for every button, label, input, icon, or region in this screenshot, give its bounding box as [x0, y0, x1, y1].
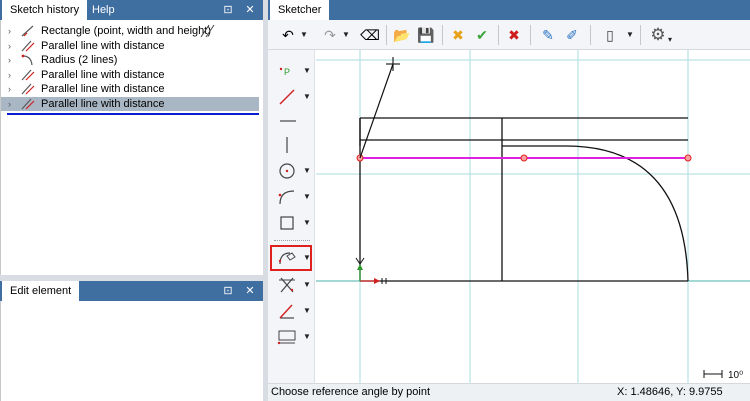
edit-element-body [0, 301, 263, 401]
selection-underline [7, 113, 259, 115]
list-item[interactable]: › Radius (2 lines) [1, 53, 259, 67]
sketch-history-list: › Rectangle (point, width and height) › … [0, 20, 263, 275]
radius-icon [21, 54, 33, 66]
chevron-right-icon[interactable]: › [8, 24, 16, 38]
circle-tool-icon[interactable] [272, 160, 302, 182]
tool-separator [274, 240, 310, 241]
accept-icon[interactable]: ✔ [472, 25, 492, 45]
parallel-line-icon [21, 83, 35, 95]
list-item[interactable]: › Rectangle (point, width and height) [1, 24, 259, 38]
chevron-right-icon[interactable]: › [8, 97, 16, 111]
chevron-down-icon[interactable]: ▼ [302, 300, 312, 322]
chevron-down-icon[interactable]: ▼ [342, 25, 350, 45]
chevron-right-icon[interactable]: › [8, 82, 16, 96]
parallel-line-icon [21, 69, 35, 81]
dimension-tool-icon[interactable] [272, 326, 302, 348]
list-item[interactable]: › Parallel line with distance [1, 39, 259, 53]
chevron-down-icon[interactable]: ▼ [302, 247, 312, 269]
save-icon[interactable]: 💾 [416, 25, 436, 45]
parallel-line-icon [21, 40, 35, 52]
cursor-coordinates: X: 1.48646, Y: 9.9755 [617, 386, 723, 398]
toolbar-separator [640, 25, 641, 45]
rectangle-tool-icon[interactable] [272, 212, 302, 234]
list-item[interactable]: › Parallel line with distance [1, 82, 259, 96]
tab-help[interactable]: Help [84, 0, 123, 20]
scale-label: 10⁰ [728, 370, 743, 381]
list-item[interactable]: › Parallel line with distance [1, 68, 259, 82]
pin-icon[interactable]: ⊡ [220, 2, 236, 18]
sketcher-toolbar: ↶ ▼ ↷ ▼ ⌫ 📂 💾 ✖ ✔ ✖ ✎ ✐ ▯ ▼ ⚙ ▾ [268, 20, 750, 50]
list-item-selected[interactable]: › Parallel line with distance [1, 97, 259, 111]
sketch-canvas[interactable]: 10⁰ [316, 50, 750, 383]
undo-icon[interactable]: ↶ [278, 25, 298, 45]
list-item-label: Parallel line with distance [41, 40, 165, 52]
close-icon[interactable]: ✕ [242, 2, 258, 18]
fillet-tool-icon[interactable] [272, 247, 302, 269]
chevron-down-icon[interactable]: ▼ [302, 326, 312, 348]
chevron-down-icon[interactable]: ▼ [302, 160, 312, 182]
eraser-icon[interactable]: ✎ [538, 25, 558, 45]
pin-icon[interactable]: ⊡ [220, 283, 236, 299]
status-message: Choose reference angle by point [271, 386, 430, 398]
list-item-label: Parallel line with distance [41, 98, 165, 110]
line-endpoint[interactable] [684, 154, 692, 162]
toolbar-separator [386, 25, 387, 45]
horizontal-line-icon[interactable] [272, 110, 302, 132]
point-tool-icon[interactable]: P [272, 60, 302, 82]
list-item-label: Rectangle (point, width and height) [41, 25, 211, 37]
chevron-down-icon[interactable]: ▼ [300, 25, 308, 45]
scale-bar [703, 370, 723, 378]
crosshair-cursor-icon [386, 57, 400, 71]
svg-text:P: P [284, 67, 290, 77]
toolbar-separator [442, 25, 443, 45]
reference-angle-line [359, 63, 394, 159]
tab-sketcher[interactable]: Sketcher [270, 0, 330, 20]
toolbar-separator [530, 25, 531, 45]
cancel-selection-icon[interactable]: ✖ [448, 25, 468, 45]
chevron-right-icon[interactable]: › [8, 39, 16, 53]
grid [316, 50, 750, 383]
delete-icon[interactable]: ✖ [504, 25, 524, 45]
chevron-down-icon[interactable]: ▼ [302, 274, 312, 296]
list-item-label: Radius (2 lines) [41, 54, 118, 66]
chevron-down-icon[interactable]: ▼ [302, 60, 312, 82]
rectangle-icon [21, 25, 34, 37]
sketch-tools-column: P ▼ ▼ ▼ ▼ ▼ ▼ ▼ ▼ ▼ [268, 50, 315, 383]
history-panel-tabbar: Sketch history Help ⊡ ✕ [0, 0, 263, 20]
chevron-down-icon[interactable]: ▼ [302, 212, 312, 234]
line-midpoint[interactable] [520, 154, 528, 162]
parallel-line-icon [21, 98, 35, 110]
edit-eraser-icon[interactable]: ✐ [562, 25, 582, 45]
status-bar: Choose reference angle by point X: 1.486… [268, 383, 750, 401]
toolbar-separator [498, 25, 499, 45]
edit-panel-tabbar: Edit element ⊡ ✕ [0, 281, 263, 301]
line-tool-icon[interactable] [272, 86, 302, 108]
clear-icon[interactable]: ⌫ [360, 25, 380, 45]
parallel-lines-icon [200, 24, 215, 38]
extend-tool-icon[interactable] [272, 300, 302, 322]
chevron-down-icon[interactable]: ▼ [302, 186, 312, 208]
tab-edit-element[interactable]: Edit element [2, 281, 80, 301]
vertical-line-icon[interactable] [272, 134, 302, 156]
redo-icon[interactable]: ↷ [320, 25, 340, 45]
book-icon[interactable]: ▯ [600, 25, 620, 45]
chevron-down-icon[interactable]: ▾ [666, 30, 674, 50]
chevron-right-icon[interactable]: › [8, 68, 16, 82]
chevron-down-icon[interactable]: ▼ [626, 25, 634, 45]
open-folder-icon[interactable]: 📂 [392, 25, 412, 45]
chevron-down-icon[interactable]: ▼ [302, 86, 312, 108]
toolbar-separator [590, 25, 591, 45]
tab-sketch-history[interactable]: Sketch history [2, 0, 88, 20]
arc-tool-icon[interactable] [272, 186, 302, 208]
sketcher-tabbar: Sketcher [268, 0, 750, 20]
list-item-label: Parallel line with distance [41, 83, 165, 95]
close-icon[interactable]: ✕ [242, 283, 258, 299]
trim-tool-icon[interactable] [272, 274, 302, 296]
sketch-geometry [359, 117, 689, 282]
chevron-right-icon[interactable]: › [8, 53, 16, 67]
settings-gear-icon[interactable]: ⚙ [648, 25, 668, 45]
list-item-label: Parallel line with distance [41, 69, 165, 81]
